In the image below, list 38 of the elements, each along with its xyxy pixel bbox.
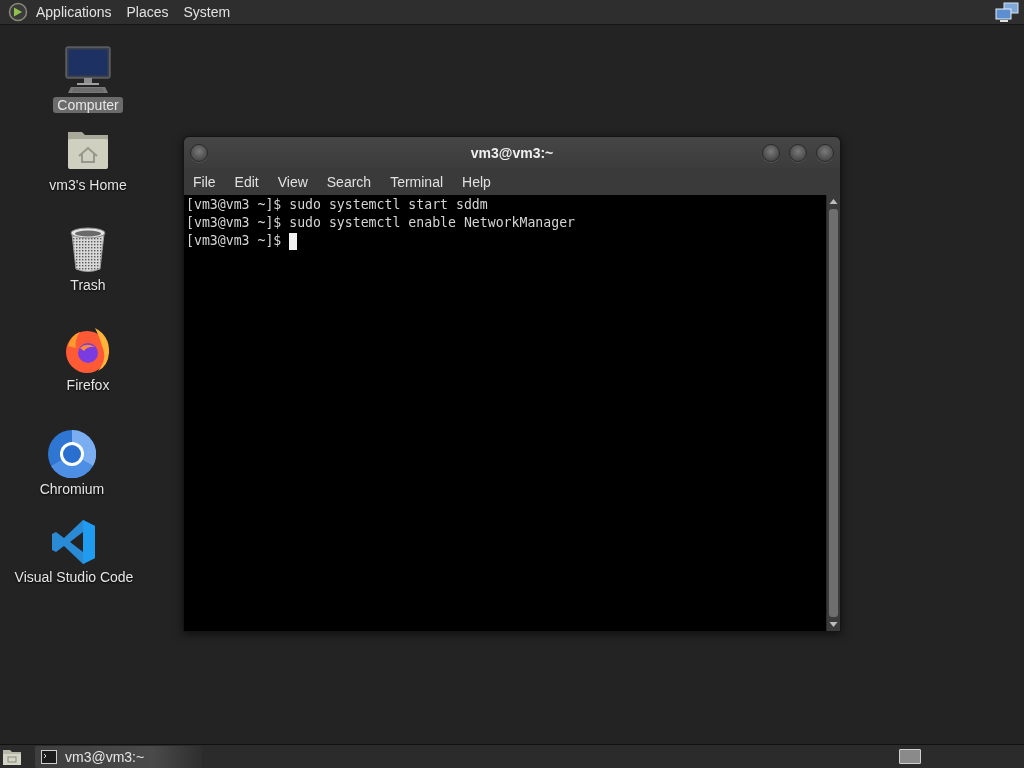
taskbar-button[interactable]: vm3@vm3:~ — [35, 745, 202, 768]
panel-menu[interactable]: Applications — [30, 2, 118, 22]
firefox-icon — [64, 326, 112, 374]
terminal-line: [vm3@vm3 ~]$ sudo systemctl enable NetworkManager — [186, 214, 576, 232]
menu-item[interactable]: Terminal — [381, 170, 454, 193]
desktop-icon-label[interactable]: Chromium — [35, 481, 109, 497]
scroll-down-icon[interactable] — [829, 620, 838, 629]
maximize-button[interactable] — [789, 143, 807, 162]
menu-item[interactable]: File — [184, 170, 226, 193]
chromium-icon — [48, 430, 96, 478]
panel-menu[interactable]: System — [177, 2, 237, 22]
workspace-switcher[interactable] — [899, 749, 921, 764]
close-button[interactable] — [816, 143, 834, 162]
folder-icon[interactable] — [2, 747, 22, 766]
desktop-icon-label[interactable]: Trash — [66, 277, 110, 293]
window-title: vm3@vm3:~ — [470, 144, 554, 161]
terminal-output[interactable]: [vm3@vm3 ~]$ sudo systemctl start sddm [vm3@vm3 ~]$ sudo systemctl enable NetworkManager [vm3@vm3 ~]$ — [184, 195, 826, 631]
network-icon[interactable] — [995, 1, 1020, 23]
window-menu-button[interactable] — [190, 143, 208, 162]
scrollbar-thumb[interactable] — [829, 209, 838, 617]
terminal-line: [vm3@vm3 ~]$ — [186, 232, 282, 250]
terminal-line: [vm3@vm3 ~]$ sudo systemctl start sddm — [186, 196, 488, 214]
menu-item[interactable]: Search — [317, 170, 382, 193]
scrollbar[interactable] — [826, 195, 840, 631]
desktop-icon-label[interactable]: Computer — [53, 97, 123, 113]
panel-menu[interactable]: Places — [120, 2, 175, 22]
computer-icon — [64, 46, 112, 94]
minimize-button[interactable] — [762, 143, 780, 162]
logo-icon[interactable] — [8, 2, 28, 22]
vscode-icon — [50, 518, 98, 566]
menu-item[interactable]: View — [268, 170, 318, 193]
desktop-icon-label[interactable]: Visual Studio Code — [10, 569, 138, 585]
terminal-icon — [41, 749, 57, 764]
desktop-icon-label[interactable]: vm3's Home — [45, 177, 131, 193]
menu-item[interactable]: Help — [453, 170, 501, 193]
scroll-up-icon[interactable] — [829, 197, 838, 206]
desktop-icon-label[interactable]: Firefox — [62, 377, 114, 393]
menu-item[interactable]: Edit — [225, 170, 269, 193]
